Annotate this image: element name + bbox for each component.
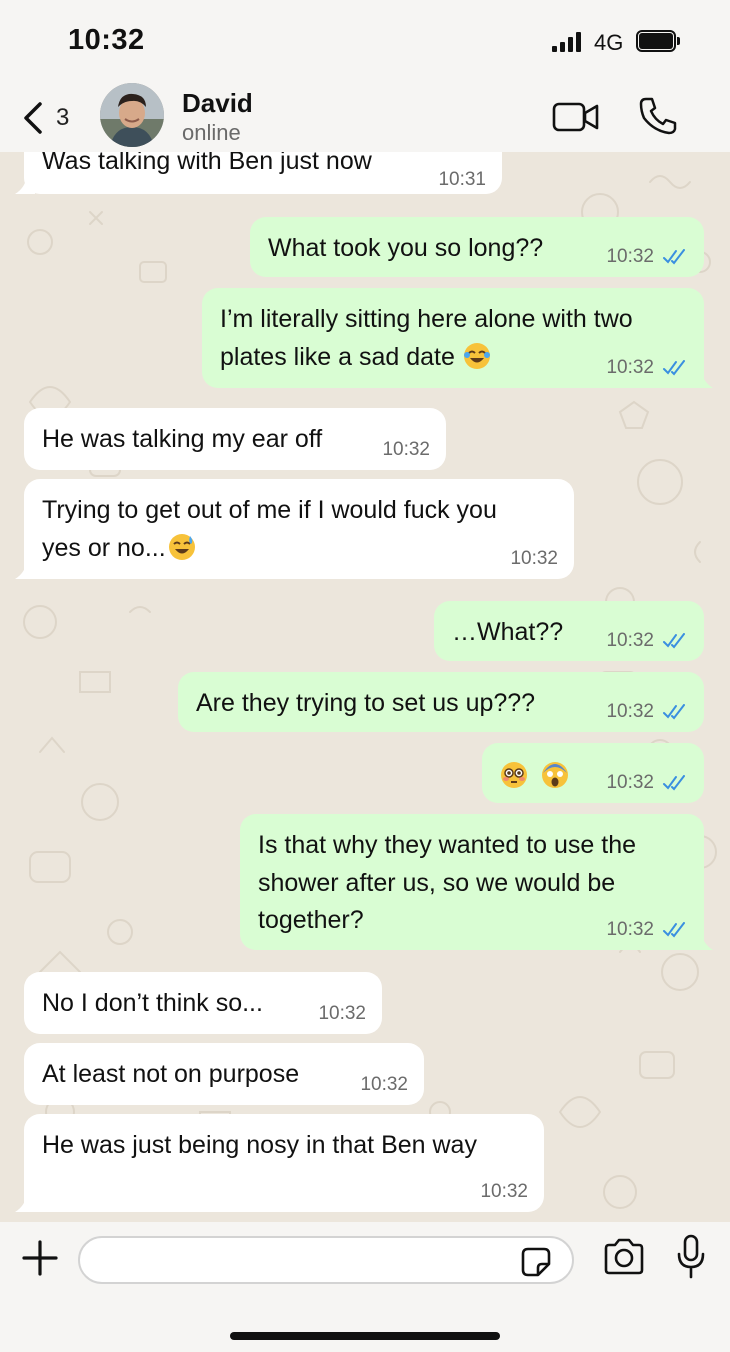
message-time: 10:32: [318, 1003, 366, 1024]
network-type: 4G: [594, 30, 624, 55]
contact-name[interactable]: David: [182, 88, 253, 119]
microphone-button[interactable]: [676, 1234, 706, 1280]
message-text: I’m literally sitting here alone with tw…: [220, 305, 633, 333]
message-text: Is that why they wanted to use the: [258, 831, 637, 859]
read-receipt-icon: [663, 360, 685, 376]
message-time: 10:32: [480, 1181, 528, 1202]
message-text: plates like a sad date: [220, 338, 491, 376]
message-bubble-outgoing[interactable]: …What?? 10:32: [434, 601, 704, 661]
message-input[interactable]: [78, 1236, 574, 1284]
message-time: 10:32: [606, 773, 688, 793]
grinning-face-with-sweat-icon: [168, 534, 195, 560]
message-list[interactable]: Was talking with Ben just now 10:31 What…: [0, 152, 730, 1222]
phone-icon: [639, 97, 677, 135]
message-time: 10:32: [606, 631, 688, 651]
message-text: …What??: [452, 618, 564, 646]
contact-status: online: [182, 120, 241, 145]
message-bubble-incoming[interactable]: He was just being nosy in that Ben way 1…: [15, 1114, 544, 1212]
message-time: 10:32: [606, 702, 688, 722]
back-button[interactable]: 3: [22, 98, 92, 138]
message-text: Was talking with Ben just now: [42, 152, 372, 175]
face-screaming-in-fear-icon: [541, 762, 568, 788]
chat-header: 3 David online: [0, 80, 730, 152]
sticker-button[interactable]: [520, 1246, 552, 1278]
unread-count: 3: [56, 104, 70, 131]
flushed-face-icon: [501, 762, 527, 788]
message-text: Trying to get out of me if I would fuck …: [42, 496, 497, 524]
video-call-button[interactable]: [552, 102, 600, 132]
message-time: 10:32: [510, 548, 558, 569]
message-time: 10:31: [438, 169, 486, 190]
message-text: What took you so long??: [268, 234, 544, 262]
status-bar: 10:32 4G: [0, 0, 730, 80]
home-indicator[interactable]: [230, 1332, 500, 1340]
read-receipt-icon: [663, 775, 685, 791]
message-text: shower after us, so we would be: [258, 869, 616, 897]
message-text: He was just being nosy in that Ben way: [42, 1131, 477, 1159]
camera-button[interactable]: [602, 1238, 646, 1276]
message-bubble-outgoing[interactable]: Is that why they wanted to use the showe…: [240, 814, 713, 950]
message-text: No I don’t think so...: [42, 989, 263, 1017]
video-camera-icon: [552, 102, 599, 132]
message-bubble-outgoing[interactable]: What took you so long?? 10:32: [250, 217, 704, 277]
chevron-left-icon: [24, 102, 42, 134]
message-time: 10:32: [382, 439, 430, 460]
microphone-icon: [677, 1234, 705, 1279]
message-bubble-incoming[interactable]: At least not on purpose 10:32: [24, 1043, 424, 1105]
read-receipt-icon: [663, 249, 685, 265]
message-bubble-incoming[interactable]: Trying to get out of me if I would fuck …: [15, 479, 574, 579]
message-bubble-outgoing[interactable]: 10:32: [482, 743, 704, 803]
battery-icon: [636, 30, 680, 52]
plus-icon: [22, 1240, 58, 1276]
message-time: 10:32: [360, 1074, 408, 1095]
read-receipt-icon: [663, 633, 685, 649]
message-time: 10:32: [606, 247, 688, 267]
avatar[interactable]: [100, 83, 164, 147]
message-text: yes or no...: [42, 529, 196, 567]
read-receipt-icon: [663, 704, 685, 720]
message-time: 10:32: [606, 920, 688, 940]
message-bubble-incoming[interactable]: He was talking my ear off 10:32: [24, 408, 446, 470]
message-text: He was talking my ear off: [42, 425, 323, 453]
voice-call-button[interactable]: [638, 96, 678, 136]
message-emojis: [500, 757, 569, 795]
status-time: 10:32: [68, 24, 145, 56]
message-text: together?: [258, 906, 364, 934]
sticker-icon: [521, 1247, 551, 1277]
message-time: 10:32: [606, 358, 688, 378]
message-bubble-incoming[interactable]: No I don’t think so... 10:32: [24, 972, 382, 1034]
camera-icon: [604, 1238, 644, 1275]
signal-strength-icon: [552, 32, 584, 52]
read-receipt-icon: [663, 922, 685, 938]
composer-bar: [0, 1222, 730, 1352]
message-text: At least not on purpose: [42, 1060, 300, 1088]
attach-button[interactable]: [20, 1238, 60, 1278]
message-bubble-outgoing[interactable]: I’m literally sitting here alone with tw…: [202, 288, 713, 388]
message-bubble-incoming[interactable]: Was talking with Ben just now 10:31: [15, 152, 502, 194]
message-text: Are they trying to set us up???: [196, 689, 536, 717]
message-bubble-outgoing[interactable]: Are they trying to set us up??? 10:32: [178, 672, 704, 732]
face-with-tears-of-joy-icon: [463, 343, 490, 369]
